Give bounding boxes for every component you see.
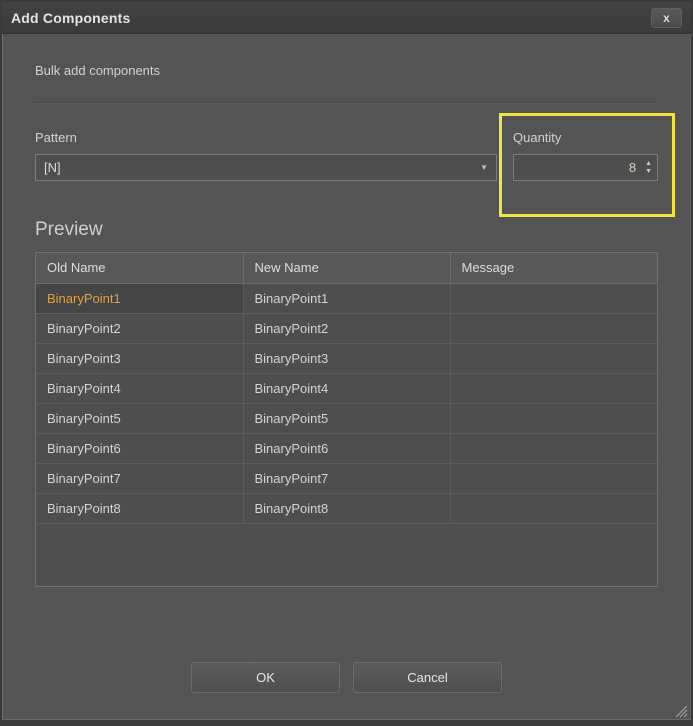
close-button[interactable]: x (651, 8, 682, 28)
cell-message (450, 313, 657, 343)
cancel-button[interactable]: Cancel (353, 662, 502, 693)
close-icon: x (663, 12, 670, 24)
form-row: Pattern [N] ▼ Quantity 8 ▲ ▼ (35, 130, 658, 181)
quantity-field-group: Quantity 8 ▲ ▼ (513, 130, 658, 181)
preview-table-container: Old NameNew NameMessage BinaryPoint1Bina… (35, 252, 658, 587)
dialog-content: Bulk add components Pattern [N] ▼ Quanti… (2, 63, 691, 587)
pattern-value: [N] (44, 160, 61, 175)
bulk-add-label: Bulk add components (35, 63, 658, 78)
cell-new-name: BinaryPoint8 (243, 493, 450, 523)
cell-old-name: BinaryPoint6 (36, 433, 243, 463)
cell-message (450, 403, 657, 433)
spinner-up-icon[interactable]: ▲ (645, 161, 652, 166)
dialog-title: Add Components (11, 10, 130, 26)
table-row[interactable]: BinaryPoint8BinaryPoint8 (36, 493, 657, 523)
cell-old-name: BinaryPoint7 (36, 463, 243, 493)
cell-old-name: BinaryPoint2 (36, 313, 243, 343)
preview-heading: Preview (35, 219, 658, 241)
pattern-field-group: Pattern [N] ▼ (35, 130, 497, 181)
cell-message (450, 433, 657, 463)
table-row[interactable]: BinaryPoint1BinaryPoint1 (36, 283, 657, 313)
cell-message (450, 283, 657, 313)
cell-old-name: BinaryPoint5 (36, 403, 243, 433)
cell-new-name: BinaryPoint1 (243, 283, 450, 313)
cell-old-name: BinaryPoint4 (36, 373, 243, 403)
table-row[interactable]: BinaryPoint3BinaryPoint3 (36, 343, 657, 373)
ok-button[interactable]: OK (191, 662, 340, 693)
table-row[interactable]: BinaryPoint7BinaryPoint7 (36, 463, 657, 493)
column-header[interactable]: New Name (243, 253, 450, 283)
title-bar[interactable]: Add Components x (2, 2, 691, 34)
pattern-label: Pattern (35, 130, 497, 145)
chevron-down-icon: ▼ (480, 163, 488, 172)
column-header[interactable]: Old Name (36, 253, 243, 283)
quantity-value: 8 (629, 160, 636, 175)
table-row[interactable]: BinaryPoint5BinaryPoint5 (36, 403, 657, 433)
cell-message (450, 463, 657, 493)
cell-message (450, 493, 657, 523)
spinner-down-icon[interactable]: ▼ (645, 169, 652, 174)
column-header[interactable]: Message (450, 253, 657, 283)
cell-new-name: BinaryPoint6 (243, 433, 450, 463)
cell-new-name: BinaryPoint4 (243, 373, 450, 403)
cell-old-name: BinaryPoint1 (36, 283, 243, 313)
quantity-stepper: ▲ ▼ (645, 161, 652, 174)
table-row[interactable]: BinaryPoint2BinaryPoint2 (36, 313, 657, 343)
cell-new-name: BinaryPoint3 (243, 343, 450, 373)
preview-table-body: BinaryPoint1BinaryPoint1BinaryPoint2Bina… (36, 283, 657, 523)
add-components-dialog: Add Components x Bulk add components Pat… (0, 0, 693, 726)
table-row[interactable]: BinaryPoint4BinaryPoint4 (36, 373, 657, 403)
resize-grip-icon[interactable] (672, 702, 688, 718)
table-row[interactable]: BinaryPoint6BinaryPoint6 (36, 433, 657, 463)
preview-table: Old NameNew NameMessage BinaryPoint1Bina… (36, 253, 657, 524)
cell-old-name: BinaryPoint8 (36, 493, 243, 523)
preview-table-head: Old NameNew NameMessage (36, 253, 657, 283)
preview-table-head-row: Old NameNew NameMessage (36, 253, 657, 283)
divider (35, 102, 658, 103)
pattern-dropdown[interactable]: [N] ▼ (35, 154, 497, 181)
cell-new-name: BinaryPoint5 (243, 403, 450, 433)
cell-old-name: BinaryPoint3 (36, 343, 243, 373)
quantity-input[interactable]: 8 ▲ ▼ (513, 154, 658, 181)
cell-new-name: BinaryPoint7 (243, 463, 450, 493)
quantity-label: Quantity (513, 130, 658, 145)
cell-message (450, 373, 657, 403)
cell-message (450, 343, 657, 373)
cell-new-name: BinaryPoint2 (243, 313, 450, 343)
footer: OK Cancel (2, 662, 691, 693)
